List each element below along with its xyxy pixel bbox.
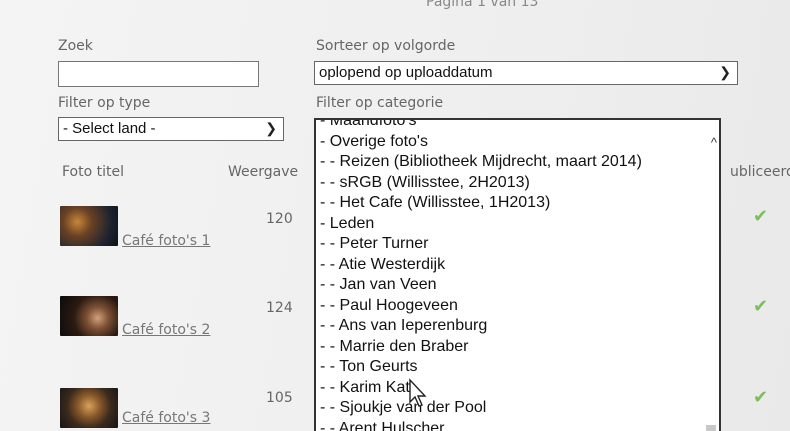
category-options: - Maandfoto's - Overige foto's - - Reizen … [320,120,642,431]
photo-thumbnail[interactable] [60,206,118,246]
category-option[interactable]: - - Atie Westerdijk [320,255,642,276]
scroll-thumb[interactable] [706,425,716,431]
category-option[interactable]: - - Het Cafe (Willisstee, 1H2013) [320,193,642,214]
chevron-down-icon: ❯ [265,120,277,136]
type-filter-selected-value: - Select land - [63,120,156,137]
category-option[interactable]: - - Ans van Ieperenburg [320,316,642,337]
category-option[interactable]: - - Marrie den Braber [320,337,642,358]
sort-label: Sorteer op volgorde [316,38,456,54]
check-icon: ✔ [753,387,769,408]
type-filter-label: Filter op type [58,95,151,111]
category-option[interactable]: - Overige foto's [320,132,642,153]
mouse-cursor-icon [409,378,427,407]
column-header-published: ubliceerd [730,164,790,180]
category-filter-listbox[interactable]: - Maandfoto's - Overige foto's - - Reizen … [314,118,721,431]
category-option[interactable]: - - Reizen (Bibliotheek Mijdrecht, maart… [320,152,642,173]
category-filter-label: Filter op categorie [316,95,444,111]
category-option[interactable]: - - Sjoukje van der Pool [320,398,642,419]
check-icon: ✔ [753,206,769,227]
category-option[interactable]: - - Paul Hoogeveen [320,296,642,317]
type-filter-select[interactable]: - Select land - ❯ [58,117,284,141]
category-option[interactable]: - - Jan van Veen [320,275,642,296]
photo-title-link[interactable]: Café foto's 2 [122,322,210,338]
category-option[interactable]: - - Arent Hulscher [320,419,642,431]
category-option[interactable]: - - sRGB (Willisstee, 2H2013) [320,173,642,194]
photo-views: 124 [266,300,293,316]
photo-views: 105 [266,390,293,406]
category-option[interactable]: - Leden [320,214,642,235]
photo-thumbnail[interactable] [60,388,118,428]
check-icon: ✔ [753,296,769,317]
search-label: Zoek [58,38,93,54]
search-input[interactable] [58,61,259,87]
category-option[interactable]: - - Ton Geurts [320,357,642,378]
scroll-up-icon[interactable]: ^ [711,135,717,150]
pagination-text: Pagina 1 van 13 [426,0,539,10]
photo-thumbnail[interactable] [60,296,118,336]
chevron-down-icon: ❯ [719,64,731,80]
column-header-title: Foto titel [62,164,124,180]
photo-views: 120 [266,211,293,227]
photo-title-link[interactable]: Café foto's 3 [122,410,210,426]
sort-selected-value: oplopend op uploaddatum [319,64,493,81]
photo-title-link[interactable]: Café foto's 1 [122,233,210,249]
listbox-scrollbar[interactable]: ^ [703,120,719,431]
category-option[interactable]: - - Peter Turner [320,234,642,255]
sort-select[interactable]: oplopend op uploaddatum ❯ [314,61,738,85]
category-option[interactable]: - Maandfoto's [320,120,642,132]
column-header-views: Weergave [228,164,299,180]
category-option[interactable]: - - Karim Kat [320,378,642,399]
